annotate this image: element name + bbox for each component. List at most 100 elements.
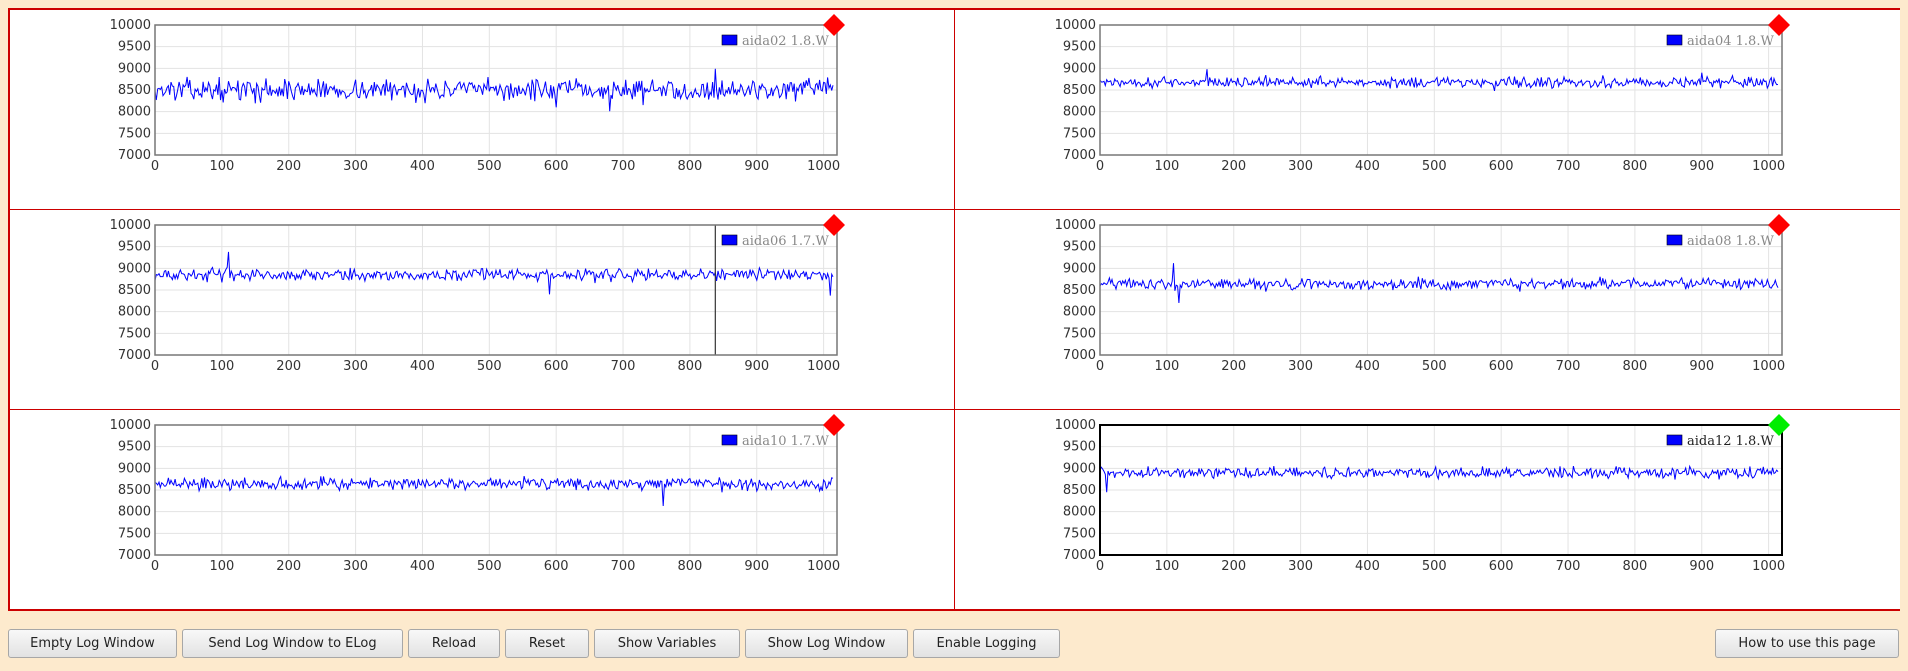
- x-tick-label: 800: [1622, 359, 1647, 374]
- x-tick-label: 600: [1489, 559, 1514, 574]
- series-line: [1099, 69, 1779, 92]
- chart-panel-aida06[interactable]: 7000 7500 8000 8500 9000 9500 10000 0 100 200 300 4…: [10, 210, 955, 410]
- y-tick-label: 8500: [1063, 483, 1096, 498]
- y-tick-label: 7500: [118, 126, 151, 141]
- enable-logging-button[interactable]: Enable Logging: [913, 629, 1060, 658]
- series-line: [154, 251, 834, 296]
- x-tick-label: 0: [151, 159, 159, 174]
- x-tick-label: 600: [544, 559, 569, 574]
- y-tick-label: 7000: [118, 548, 151, 563]
- chart-svg[interactable]: 7000 7500 8000 8500 9000 9500 10000 0 100 200 300 4…: [10, 210, 954, 409]
- y-tick-label: 10000: [1055, 18, 1096, 33]
- x-tick-label: 0: [151, 559, 159, 574]
- legend-label: aida02 1.8.W: [742, 34, 829, 49]
- y-tick-label: 10000: [110, 218, 151, 233]
- x-tick-label: 200: [276, 159, 301, 174]
- y-tick-label: 8500: [1063, 283, 1096, 298]
- y-tick-label: 9500: [1063, 40, 1096, 55]
- x-tick-label: 100: [209, 559, 234, 574]
- legend-label: aida06 1.7.W: [742, 234, 829, 249]
- x-tick-label: 600: [1489, 359, 1514, 374]
- y-tick-label: 9500: [118, 240, 151, 255]
- y-tick-label: 8500: [118, 283, 151, 298]
- reset-button[interactable]: Reset: [505, 629, 589, 658]
- y-tick-label: 10000: [110, 418, 151, 433]
- x-tick-label: 200: [1221, 159, 1246, 174]
- x-tick-label: 500: [1422, 359, 1447, 374]
- y-tick-label: 10000: [1055, 418, 1096, 433]
- chart-svg[interactable]: 7000 7500 8000 8500 9000 9500 10000 0 100 200 300 4…: [10, 10, 954, 209]
- x-tick-label: 400: [1355, 359, 1380, 374]
- y-tick-label: 7000: [1063, 548, 1096, 563]
- status-diamond-icon: [823, 214, 845, 236]
- how-to-use-button[interactable]: How to use this page: [1715, 629, 1899, 658]
- x-tick-label: 400: [1355, 559, 1380, 574]
- chart-svg[interactable]: 7000 7500 8000 8500 9000 9500 10000 0 100 200 300 4…: [955, 10, 1899, 209]
- y-tick-label: 9500: [1063, 440, 1096, 455]
- x-tick-label: 1000: [807, 559, 840, 574]
- x-tick-label: 100: [209, 359, 234, 374]
- chart-panel-aida08[interactable]: 7000 7500 8000 8500 9000 9500 10000 0 100 200 300 4…: [955, 210, 1900, 410]
- y-tick-label: 9000: [1063, 61, 1096, 76]
- show-variables-button[interactable]: Show Variables: [594, 629, 740, 658]
- y-tick-label: 9500: [1063, 240, 1096, 255]
- y-tick-label: 10000: [110, 18, 151, 33]
- chart-panel-aida04[interactable]: 7000 7500 8000 8500 9000 9500 10000 0 100 200 300 4…: [955, 10, 1900, 210]
- y-tick-label: 8000: [1063, 305, 1096, 320]
- x-tick-label: 600: [1489, 159, 1514, 174]
- y-tick-label: 7500: [1063, 126, 1096, 141]
- x-tick-label: 1000: [1752, 359, 1785, 374]
- y-tick-label: 7500: [118, 326, 151, 341]
- x-tick-label: 200: [276, 359, 301, 374]
- chart-panel-aida12[interactable]: 7000 7500 8000 8500 9000 9500 10000 0 100 200 300 4…: [955, 410, 1900, 609]
- y-tick-label: 9000: [1063, 261, 1096, 276]
- x-tick-label: 900: [744, 159, 769, 174]
- series-line: [1099, 464, 1779, 493]
- y-tick-label: 7000: [118, 348, 151, 363]
- y-tick-label: 9500: [118, 440, 151, 455]
- y-tick-label: 7000: [118, 148, 151, 163]
- send-log-to-elog-button[interactable]: Send Log Window to ELog: [182, 629, 403, 658]
- x-tick-label: 200: [1221, 559, 1246, 574]
- legend-swatch: [1666, 234, 1683, 246]
- x-tick-label: 400: [410, 359, 435, 374]
- chart-panel-aida10[interactable]: 7000 7500 8000 8500 9000 9500 10000 0 100 200 300 4…: [10, 410, 955, 609]
- series-line: [154, 475, 834, 507]
- x-tick-label: 400: [410, 159, 435, 174]
- x-tick-label: 300: [343, 559, 368, 574]
- y-tick-label: 10000: [1055, 218, 1096, 233]
- empty-log-window-button[interactable]: Empty Log Window: [8, 629, 177, 658]
- legend-swatch: [721, 34, 738, 46]
- x-tick-label: 800: [677, 559, 702, 574]
- x-tick-label: 500: [477, 159, 502, 174]
- x-tick-label: 800: [1622, 559, 1647, 574]
- y-tick-label: 9000: [1063, 461, 1096, 476]
- chart-panel-aida02[interactable]: 7000 7500 8000 8500 9000 9500 10000 0 100 200 300 4…: [10, 10, 955, 210]
- legend-label: aida08 1.8.W: [1687, 234, 1774, 249]
- x-tick-label: 300: [343, 159, 368, 174]
- x-tick-label: 900: [1689, 359, 1714, 374]
- y-tick-label: 8000: [1063, 505, 1096, 520]
- show-log-window-button[interactable]: Show Log Window: [745, 629, 908, 658]
- legend-swatch: [1666, 434, 1683, 446]
- x-tick-label: 1000: [1752, 159, 1785, 174]
- x-tick-label: 700: [611, 359, 636, 374]
- x-tick-label: 800: [677, 159, 702, 174]
- status-diamond-icon: [1768, 414, 1790, 436]
- x-tick-label: 800: [677, 359, 702, 374]
- x-tick-label: 400: [1355, 159, 1380, 174]
- reload-button[interactable]: Reload: [408, 629, 500, 658]
- chart-svg[interactable]: 7000 7500 8000 8500 9000 9500 10000 0 100 200 300 4…: [955, 210, 1899, 409]
- legend-swatch: [721, 234, 738, 246]
- x-tick-label: 500: [1422, 559, 1447, 574]
- y-tick-label: 7500: [1063, 526, 1096, 541]
- chart-svg[interactable]: 7000 7500 8000 8500 9000 9500 10000 0 100 200 300 4…: [955, 410, 1899, 609]
- x-tick-label: 100: [1154, 559, 1179, 574]
- status-diamond-icon: [1768, 214, 1790, 236]
- x-tick-label: 100: [1154, 359, 1179, 374]
- y-tick-label: 8000: [118, 105, 151, 120]
- x-tick-label: 300: [343, 359, 368, 374]
- chart-grid: 7000 7500 8000 8500 9000 9500 10000 0 100 200 300 4…: [8, 8, 1900, 611]
- chart-svg[interactable]: 7000 7500 8000 8500 9000 9500 10000 0 100 200 300 4…: [10, 410, 954, 609]
- y-tick-label: 8500: [1063, 83, 1096, 98]
